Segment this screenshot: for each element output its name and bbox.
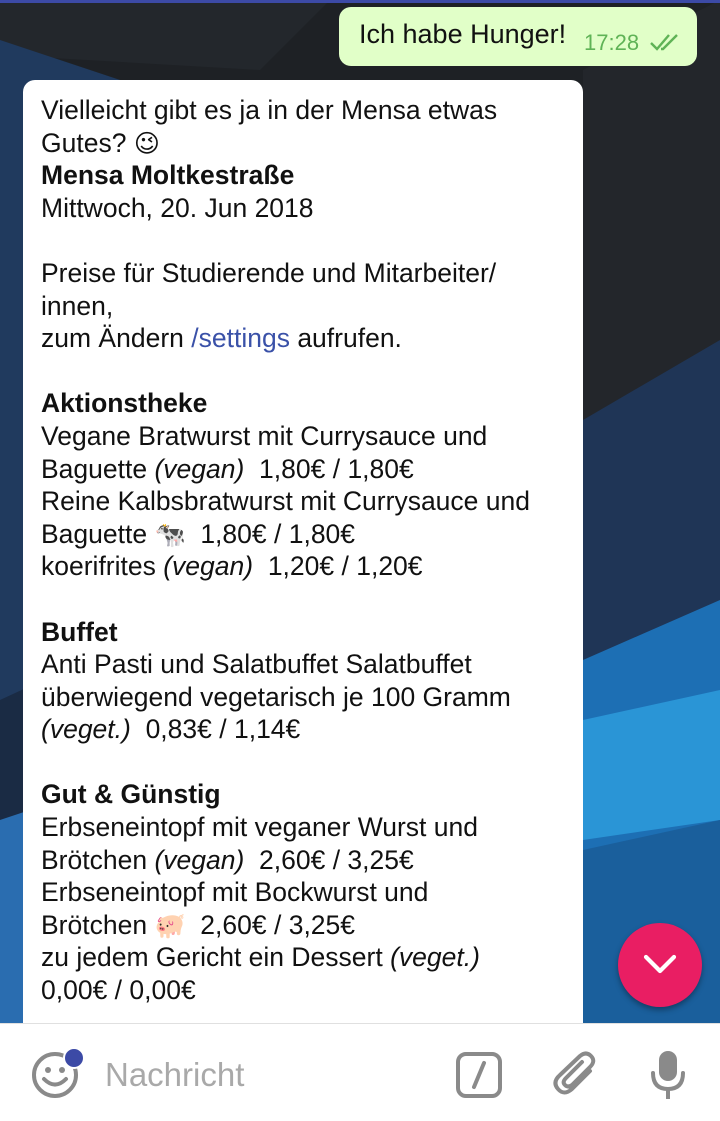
cow-emoji: 🐄: [154, 520, 186, 549]
message-input[interactable]: Nachricht: [105, 1056, 244, 1094]
microphone-icon[interactable]: [650, 1049, 686, 1103]
price: 1,80€ / 1,80€: [244, 453, 414, 484]
diet-tag: (vegan): [154, 844, 245, 875]
price: 1,80€ / 1,80€: [185, 518, 356, 549]
intro-text: Gutes? 😉: [41, 127, 565, 160]
menu-item: Vegane Bratwurst mit Currysauce und: [41, 420, 488, 451]
prices-info: Preise für Studierende und Mitarbeiter/: [41, 257, 497, 288]
mensa-name: Mensa Moltkestraße: [41, 160, 295, 191]
diet-tag: (veget.): [390, 942, 480, 973]
menu-item: koerifrites (vegan) 1,20€ / 1,20€: [41, 551, 423, 582]
incoming-message[interactable]: Vielleicht gibt es ja in der Mensa etwas…: [23, 80, 583, 1040]
pig-emoji: 🐖: [154, 911, 186, 940]
scroll-down-button[interactable]: [618, 923, 702, 1007]
price: 0,83€ / 1,14€: [130, 714, 301, 745]
menu-item: zu jedem Gericht ein Dessert (veget.): [41, 942, 480, 973]
menu-item: (veget.) 0,83€ / 1,14€: [41, 713, 565, 746]
menu-date: Mittwoch, 20. Jun 2018: [41, 192, 314, 223]
price: 0,00€ / 0,00€: [41, 975, 196, 1006]
slash-command-icon[interactable]: [455, 1051, 503, 1099]
message-time: 17:28: [584, 30, 640, 55]
menu-item: Baguette (vegan) 1,80€ / 1,80€: [41, 453, 414, 484]
chevron-down-icon: [643, 954, 677, 974]
menu-item: Anti Pasti und Salatbuffet Salatbuffet: [41, 649, 472, 680]
outgoing-message[interactable]: Ich habe Hunger! 17:28: [339, 7, 697, 66]
price: 2,60€ / 3,25€: [244, 844, 414, 875]
section-title-gut-guenstig: Gut & Günstig: [41, 779, 221, 810]
diet-tag: (veget.): [41, 714, 131, 745]
menu-item: Brötchen (vegan) 2,60€ / 3,25€: [41, 844, 414, 875]
menu-item: Baguette 🐄 1,80€ / 1,80€: [41, 518, 565, 551]
menu-item: Brötchen 🐖 2,60€ / 3,25€: [41, 909, 565, 942]
status-bar-edge: [0, 0, 720, 3]
message-input-bar: Nachricht: [0, 1023, 720, 1121]
price: 2,60€ / 3,25€: [185, 909, 356, 940]
menu-item: Reine Kalbsbratwurst mit Currysauce und: [41, 486, 530, 517]
section-title-buffet: Buffet: [41, 616, 118, 647]
prices-info: zum Ändern /settings aufrufen.: [41, 323, 402, 354]
diet-tag: (vegan): [163, 551, 254, 582]
paperclip-icon[interactable]: [552, 1049, 600, 1099]
menu-item: Erbseneintopf mit Bockwurst und: [41, 877, 429, 908]
notification-dot: [63, 1047, 85, 1069]
outgoing-message-text: Ich habe Hunger!: [359, 19, 567, 49]
diet-tag: (vegan): [154, 453, 245, 484]
intro-text: Vielleicht gibt es ja in der Mensa etwas: [41, 95, 498, 125]
double-check-icon: [650, 34, 678, 51]
settings-link[interactable]: /settings: [191, 323, 290, 353]
wink-emoji: 😉: [133, 129, 160, 158]
menu-item: Erbseneintopf mit veganer Wurst und: [41, 812, 478, 843]
section-title-aktionstheke: Aktionstheke: [41, 388, 208, 419]
prices-info: innen,: [41, 290, 114, 321]
price: 1,20€ / 1,20€: [253, 551, 423, 582]
menu-item: überwiegend vegetarisch je 100 Gramm: [41, 681, 511, 712]
